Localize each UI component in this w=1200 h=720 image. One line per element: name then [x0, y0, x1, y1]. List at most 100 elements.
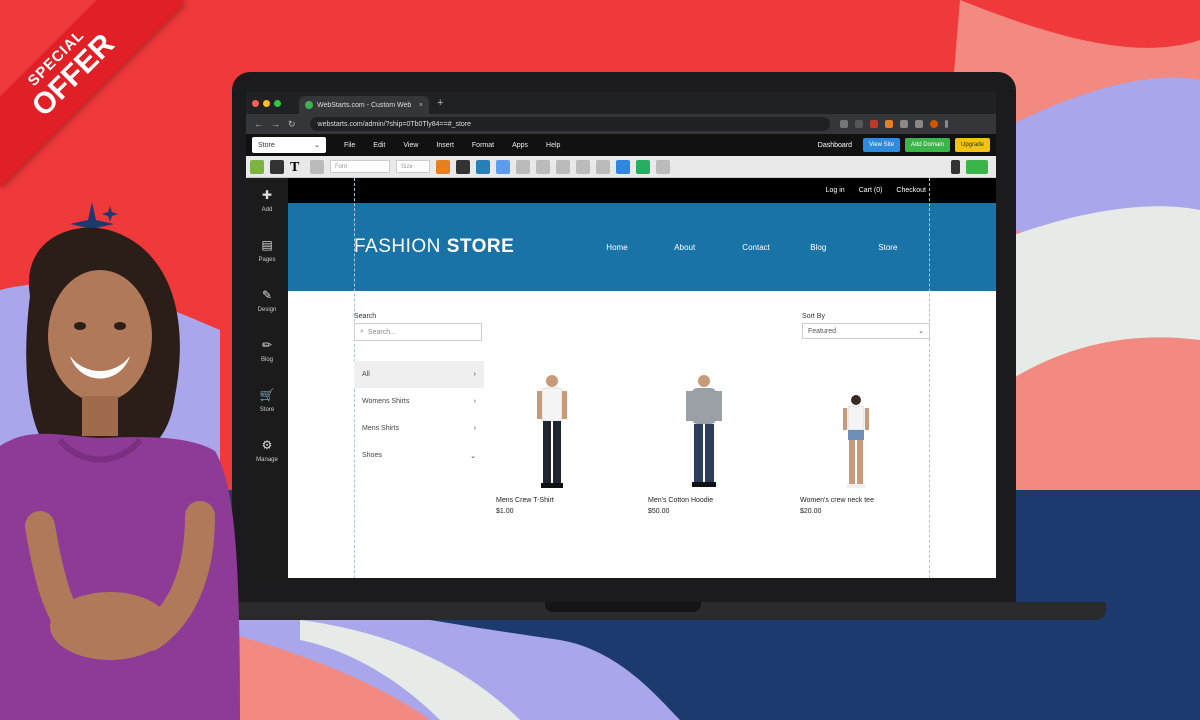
- add-domain-button[interactable]: Add Domain: [904, 138, 950, 152]
- extension-icon[interactable]: [854, 120, 863, 128]
- paste-icon[interactable]: [576, 159, 590, 174]
- menu-apps[interactable]: Apps: [512, 142, 528, 149]
- reload-icon[interactable]: ↻: [288, 119, 296, 130]
- sidebar-item-store[interactable]: 🛒 Store: [246, 388, 288, 438]
- sidebar-item-manage[interactable]: ⚙ Manage: [246, 438, 288, 488]
- new-page-icon[interactable]: [250, 159, 264, 174]
- menu-file[interactable]: File: [344, 142, 355, 149]
- menu-edit[interactable]: Edit: [373, 142, 385, 149]
- browser-tab[interactable]: WebStarts.com - Custom Web ×: [299, 96, 429, 114]
- menu-format[interactable]: Format: [472, 142, 494, 149]
- cart-icon: 🛒: [259, 388, 275, 402]
- puzzle-icon[interactable]: [899, 120, 908, 128]
- nav-about[interactable]: About: [674, 243, 742, 252]
- music-icon[interactable]: [456, 159, 470, 174]
- nav-contact[interactable]: Contact: [742, 243, 810, 252]
- image-icon[interactable]: [436, 159, 450, 174]
- sidebar-item-pages[interactable]: ▤ Pages: [246, 238, 288, 288]
- product-name[interactable]: Women's crew neck tee: [800, 497, 912, 504]
- clipboard-icon[interactable]: [596, 159, 610, 174]
- checkout-link[interactable]: Checkout: [896, 187, 926, 194]
- category-label: Shoes: [362, 452, 382, 459]
- copy-icon[interactable]: [556, 159, 570, 174]
- sort-select[interactable]: Featured ⌄: [802, 323, 930, 339]
- extension-icon[interactable]: [869, 120, 878, 128]
- product-card[interactable]: Women's crew neck tee $20.00: [800, 363, 912, 515]
- login-link[interactable]: Log in: [826, 187, 845, 194]
- save-icon[interactable]: [270, 159, 284, 174]
- site-logo[interactable]: FASHION STORE: [354, 236, 514, 258]
- menu-help[interactable]: Help: [546, 142, 560, 149]
- url-field[interactable]: webstarts.com/admin/?ship=0Tb0Tly84==#_s…: [309, 117, 830, 131]
- text-icon[interactable]: T: [290, 160, 304, 175]
- close-window-dot[interactable]: [252, 99, 259, 107]
- sort-value: Featured: [808, 327, 837, 335]
- category-shoes[interactable]: Shoes ⌄: [354, 442, 484, 469]
- menu-insert[interactable]: Insert: [436, 142, 454, 149]
- laptop-screen: WebStarts.com - Custom Web × + ← → ↻ web…: [246, 92, 996, 578]
- cart-link[interactable]: Cart (0): [859, 187, 883, 194]
- upgrade-button[interactable]: Upgrade: [954, 138, 990, 152]
- redo-icon[interactable]: [636, 159, 650, 174]
- menu-view[interactable]: View: [403, 142, 418, 149]
- dashboard-button[interactable]: Dashboard: [812, 138, 858, 152]
- product-name[interactable]: Men's Cotton Hoodie: [648, 497, 760, 504]
- chevron-down-icon: ⌄: [470, 452, 476, 460]
- search-input[interactable]: ⌕ Search...: [354, 323, 482, 341]
- new-tab-button[interactable]: +: [437, 97, 443, 109]
- video-icon[interactable]: [476, 159, 490, 174]
- forward-arrow-icon[interactable]: →: [271, 119, 280, 129]
- maximize-window-dot[interactable]: [274, 99, 281, 107]
- back-arrow-icon[interactable]: ←: [254, 119, 263, 129]
- page-select[interactable]: Store ⌄: [252, 137, 326, 153]
- chevron-right-icon: ›: [473, 398, 476, 405]
- editor-sidebar: ✚ Add ▤ Pages ✎ Design ✏ Blog 🛒 Store ⚙ …: [246, 178, 288, 578]
- product-price: $20.00: [800, 508, 822, 515]
- sidebar-item-blog[interactable]: ✏ Blog: [246, 338, 288, 388]
- plus-icon: ✚: [261, 188, 273, 202]
- product-card[interactable]: Mens Crew T-Shirt $1.00: [496, 363, 608, 515]
- font-select[interactable]: Font: [330, 160, 390, 173]
- zoom-icon[interactable]: [656, 159, 670, 174]
- gear-icon: ⚙: [261, 438, 273, 452]
- tab-close-icon[interactable]: ×: [419, 102, 423, 109]
- cut-icon[interactable]: [536, 159, 550, 174]
- extensions: [839, 120, 948, 128]
- site-canvas: Log in Cart (0) Checkout FASHION STORE H…: [288, 178, 996, 578]
- search-icon: ⌕: [360, 328, 364, 335]
- extension-icon[interactable]: [884, 120, 893, 128]
- category-mens-shirts[interactable]: Mens Shirts ›: [354, 415, 484, 442]
- sidebar-label: Blog: [260, 357, 273, 363]
- desktop-view-icon[interactable]: [966, 159, 988, 174]
- frame-icon[interactable]: [496, 159, 510, 174]
- product-image[interactable]: [648, 363, 760, 491]
- cursor-icon[interactable]: [310, 159, 324, 174]
- size-select[interactable]: Size: [396, 160, 430, 173]
- mobile-view-icon[interactable]: [951, 159, 960, 174]
- product-image[interactable]: [800, 363, 912, 491]
- url-text: webstarts.com/admin/?ship=0Tb0Tly84==#_s…: [317, 120, 472, 128]
- logo-light: FASHION: [354, 236, 447, 257]
- nav-blog[interactable]: Blog: [810, 243, 878, 252]
- view-site-button[interactable]: View Site: [863, 138, 900, 152]
- category-womens-shirts[interactable]: Womens Shirts ›: [354, 388, 484, 415]
- sidebar-item-design[interactable]: ✎ Design: [246, 288, 288, 338]
- nav-store[interactable]: Store: [878, 243, 946, 252]
- cast-icon[interactable]: [914, 120, 923, 128]
- chevron-right-icon: ›: [473, 425, 476, 432]
- nav-home[interactable]: Home: [606, 243, 674, 252]
- product-name[interactable]: Mens Crew T-Shirt: [496, 497, 608, 504]
- chevron-down-icon: ⌄: [314, 142, 320, 149]
- product-image[interactable]: [496, 363, 608, 491]
- star-icon[interactable]: [839, 120, 848, 128]
- link-icon[interactable]: [516, 159, 530, 174]
- undo-icon[interactable]: [616, 159, 630, 174]
- editor-menubar: Store ⌄ File Edit View Insert Format App…: [246, 134, 996, 156]
- chevron-down-icon: ⌄: [918, 328, 924, 335]
- minimize-window-dot[interactable]: [263, 99, 270, 107]
- sidebar-item-add[interactable]: ✚ Add: [246, 188, 288, 238]
- avatar[interactable]: [929, 120, 938, 128]
- product-card[interactable]: Men's Cotton Hoodie $50.00: [648, 363, 760, 515]
- category-all[interactable]: All ›: [354, 361, 484, 388]
- more-vert-icon[interactable]: [944, 120, 948, 128]
